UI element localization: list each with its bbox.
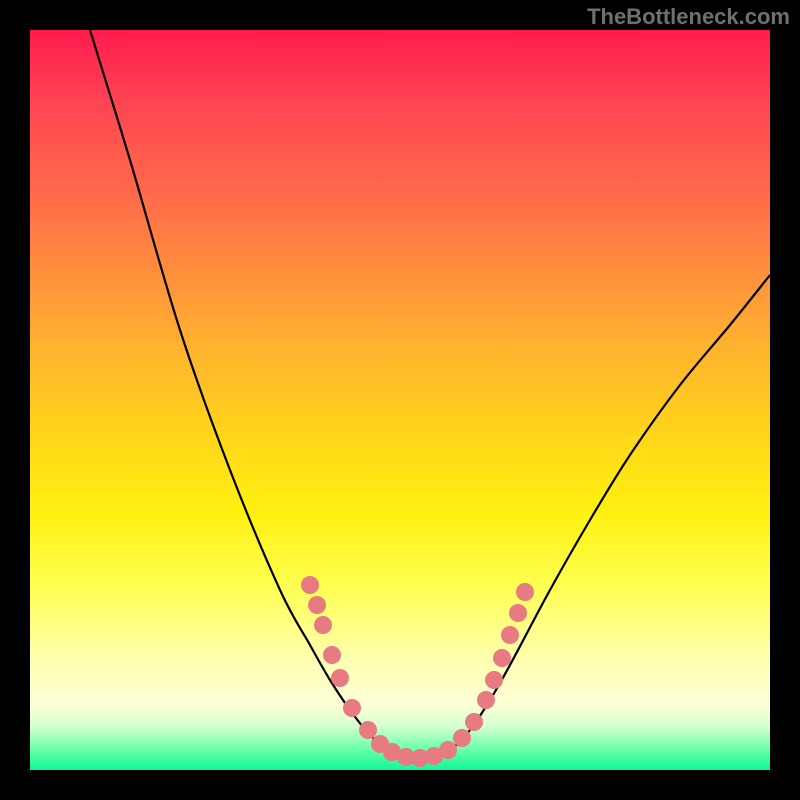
data-point xyxy=(323,646,341,664)
data-point xyxy=(359,721,377,739)
data-point xyxy=(477,691,495,709)
data-points-group xyxy=(301,576,534,767)
data-point xyxy=(516,583,534,601)
data-point xyxy=(485,671,503,689)
data-point xyxy=(509,604,527,622)
chart-svg xyxy=(30,30,770,770)
watermark-text: TheBottleneck.com xyxy=(587,4,790,30)
data-point xyxy=(308,596,326,614)
data-point xyxy=(301,576,319,594)
data-point xyxy=(331,669,349,687)
chart-plot-area xyxy=(30,30,770,770)
data-point xyxy=(453,729,471,747)
data-point xyxy=(465,713,483,731)
data-point xyxy=(439,741,457,759)
data-point xyxy=(501,626,519,644)
bottleneck-curve xyxy=(90,30,770,759)
data-point xyxy=(314,616,332,634)
data-point xyxy=(343,699,361,717)
data-point xyxy=(493,649,511,667)
